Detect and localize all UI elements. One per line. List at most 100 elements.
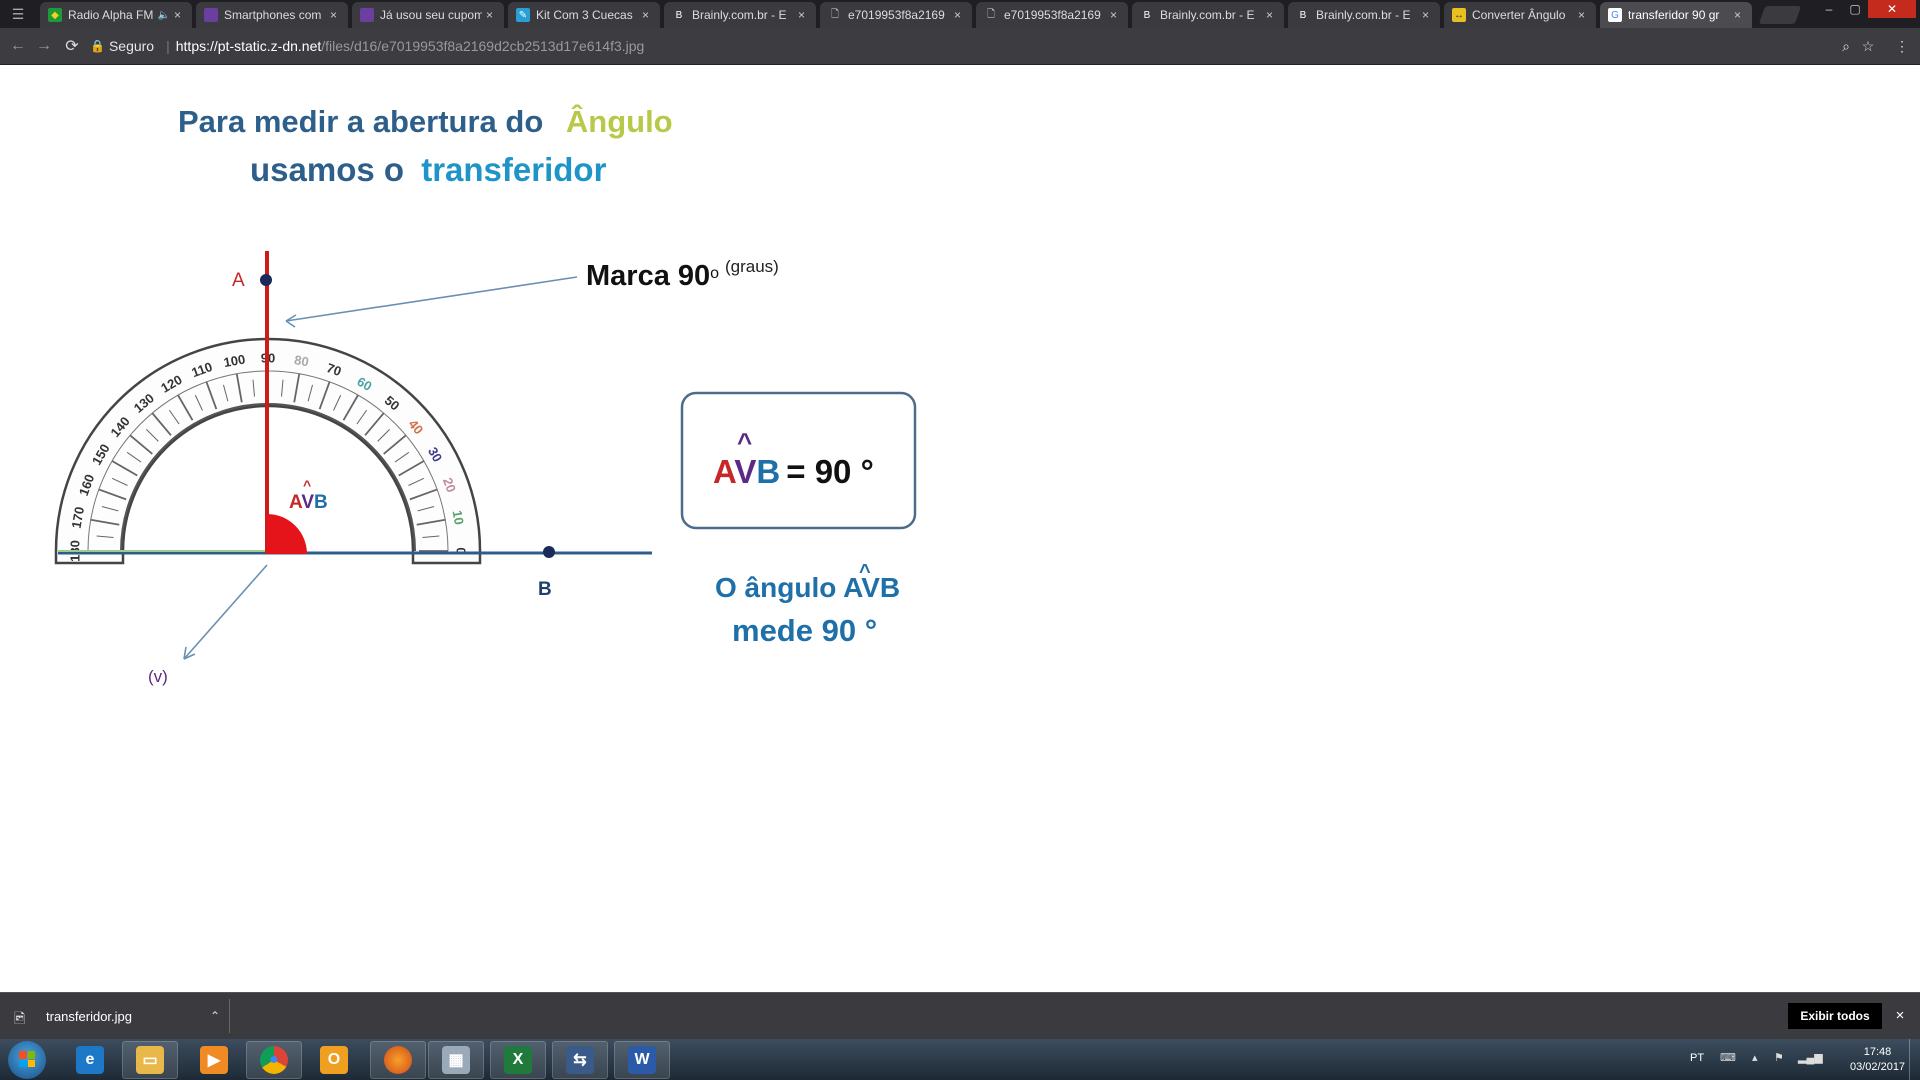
system-tray: PT ⌨ ▴ ⚑ ▂▄▆ 17:48 03/02/2017: [1680, 1039, 1920, 1080]
tab-close-icon[interactable]: ×: [330, 8, 340, 22]
windows-taskbar: e ▭ ▶ ● O ▦ X ⇆ W PT ⌨ ▴ ⚑ ▂▄▆ 17:48 03/02/2017: [0, 1039, 1920, 1080]
google-icon: G: [1608, 8, 1622, 22]
calculator-icon: ▦: [442, 1046, 470, 1074]
taskbar-app-internet-explorer[interactable]: e: [62, 1041, 118, 1079]
taskbar-app-file-explorer[interactable]: ▭: [122, 1041, 178, 1079]
reload-icon[interactable]: ⟳: [62, 36, 82, 56]
window-menu-icon[interactable]: ☰: [0, 0, 36, 28]
taskbar-app-network-tool[interactable]: ⇆: [552, 1041, 608, 1079]
page-icon: 🗋: [986, 8, 996, 20]
brazil-flag-icon: ◆: [48, 8, 62, 22]
tray-expand-icon[interactable]: ▴: [1752, 1051, 1758, 1064]
image-file-icon: 🖻: [14, 1010, 26, 1026]
taskbar-app-firefox[interactable]: [370, 1041, 426, 1079]
tab-strip: ☰ ◆ Radio Alpha FM 🔈 × Smartphones com × Já us…: [0, 0, 1920, 28]
taskbar-app-word[interactable]: W: [614, 1041, 670, 1079]
url-path: /files/d16/e7019953f8a2169d2cb2513d17e61…: [321, 38, 645, 54]
caption-line1: O ângulo AVB: [715, 572, 900, 603]
result-equation: AVB = 90 °: [713, 453, 874, 490]
taskbar-app-excel[interactable]: X: [490, 1041, 546, 1079]
lock-icon: 🔒: [90, 39, 105, 53]
title-transferidor-word: transferidor: [421, 151, 606, 188]
result-v: V: [734, 453, 756, 490]
tab-close-icon[interactable]: ×: [954, 8, 964, 22]
maximize-icon[interactable]: ▢: [1842, 0, 1868, 18]
tab-4[interactable]: ✎ Kit Com 3 Cuecas ×: [508, 2, 660, 28]
address-bar[interactable]: 🔒 Seguro | https://pt-static.z-dn.net/fi…: [90, 33, 1870, 59]
label-v: (v): [148, 667, 168, 686]
tab-6[interactable]: 🗋 e7019953f8a2169 ×: [820, 2, 972, 28]
tab-1[interactable]: ◆ Radio Alpha FM 🔈 ×: [40, 2, 192, 28]
tab-close-icon[interactable]: ×: [1266, 8, 1276, 22]
tab-close-icon[interactable]: ×: [1734, 8, 1744, 22]
image-viewer: Para medir a abertura do Ângulo usamos o…: [0, 65, 1920, 992]
tab-title: Já usou seu cupom: [380, 8, 482, 22]
brainly-icon: B: [1299, 9, 1307, 21]
taskbar-app-calculator[interactable]: ▦: [428, 1041, 484, 1079]
download-file-name: transferidor.jpg: [46, 1008, 132, 1024]
tab-title: Brainly.com.br - E: [1316, 8, 1411, 22]
file-explorer-icon: ▭: [136, 1046, 164, 1074]
tab-close-icon[interactable]: ×: [1110, 8, 1120, 22]
title-line2-text: usamos o: [250, 151, 404, 188]
tab-2[interactable]: Smartphones com ×: [196, 2, 348, 28]
purple-store-icon: [204, 8, 218, 22]
action-center-flag-icon[interactable]: ⚑: [1774, 1051, 1784, 1064]
tab-close-icon[interactable]: ×: [642, 8, 652, 22]
tab-close-icon[interactable]: ×: [1578, 8, 1588, 22]
bookmark-star-icon[interactable]: ☆: [1858, 36, 1878, 56]
label-b: B: [538, 579, 552, 600]
tab-title: Brainly.com.br - E: [692, 8, 787, 22]
tab-close-icon[interactable]: ×: [174, 8, 184, 22]
back-icon[interactable]: ←: [8, 36, 28, 56]
media-player-icon: ▶: [200, 1046, 228, 1074]
taskbar-app-chrome[interactable]: ●: [246, 1041, 302, 1079]
tab-title: Kit Com 3 Cuecas: [536, 8, 633, 22]
marca-label: Marca 90: [586, 260, 710, 292]
tab-5[interactable]: B Brainly.com.br - E ×: [664, 2, 816, 28]
clock-time: 17:48: [1863, 1046, 1892, 1058]
forward-icon[interactable]: →: [34, 36, 54, 56]
tab-7[interactable]: 🗋 e7019953f8a2169 ×: [976, 2, 1128, 28]
taskbar-app-outlook[interactable]: O: [306, 1041, 362, 1079]
clock-date: 03/02/2017: [1850, 1061, 1906, 1073]
window-close-icon[interactable]: ✕: [1868, 0, 1916, 18]
angle-marker: [267, 514, 307, 554]
audio-playing-icon[interactable]: 🔈: [158, 10, 170, 21]
close-icon[interactable]: ×: [1890, 1005, 1910, 1025]
result-a: A: [713, 453, 736, 490]
tab-8[interactable]: B Brainly.com.br - E ×: [1132, 2, 1284, 28]
tab-9[interactable]: B Brainly.com.br - E ×: [1288, 2, 1440, 28]
clock[interactable]: 17:48 03/02/2017: [1850, 1045, 1905, 1075]
tab-close-icon[interactable]: ×: [486, 8, 496, 22]
tab-close-icon[interactable]: ×: [1422, 8, 1432, 22]
download-item[interactable]: 🖻 transferidor.jpg ⌃: [14, 1001, 220, 1031]
network-signal-icon[interactable]: ▂▄▆: [1798, 1051, 1823, 1064]
arrow-to-marca: [285, 276, 578, 322]
tab-title: Smartphones com: [224, 8, 322, 22]
purple-store-icon: [360, 8, 374, 22]
svg-text:usamos o transferidor: usamos o transferidor: [250, 151, 607, 188]
show-desktop-button[interactable]: [1909, 1039, 1920, 1080]
tab-close-icon[interactable]: ×: [798, 8, 808, 22]
tab-3[interactable]: Já usou seu cupom ×: [352, 2, 504, 28]
tab-title: e7019953f8a2169: [1004, 8, 1101, 22]
windows-logo-icon: [19, 1051, 35, 1067]
zoom-icon[interactable]: ⌕: [1836, 36, 1856, 56]
protractor-outer-label: 80: [293, 352, 310, 369]
keyboard-icon[interactable]: ⌨: [1720, 1051, 1736, 1064]
tab-11[interactable]: Gtransferidor 90 gr ×: [1600, 2, 1752, 28]
language-indicator[interactable]: PT: [1690, 1052, 1704, 1064]
start-button[interactable]: [8, 1041, 46, 1079]
internet-explorer-icon: e: [76, 1046, 104, 1074]
show-all-downloads-button[interactable]: Exibir todos: [1788, 1003, 1882, 1029]
minimize-icon[interactable]: –: [1816, 0, 1842, 18]
chrome-menu-icon[interactable]: ⋮: [1892, 36, 1912, 56]
outlook-icon: O: [320, 1046, 348, 1074]
tab-10[interactable]: ↔ Converter Ângulo ×: [1444, 2, 1596, 28]
new-tab-button[interactable]: [1758, 6, 1802, 24]
chevron-up-icon[interactable]: ⌃: [210, 1009, 220, 1023]
svg-text:Marca 90o: Marca 90o: [586, 260, 719, 292]
taskbar-app-media-player[interactable]: ▶: [186, 1041, 242, 1079]
address-separator: |: [166, 38, 170, 54]
